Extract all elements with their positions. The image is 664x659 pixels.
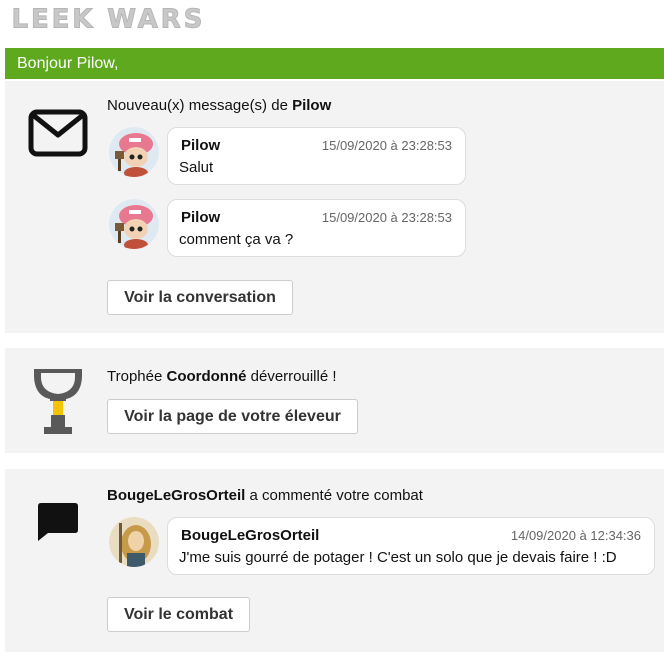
trophy-name[interactable]: Coordonné: [166, 368, 246, 385]
leek-wars-logo[interactable]: LEEK WARS: [4, 4, 230, 32]
title-suffix: a commenté votre combat: [245, 487, 423, 504]
view-conversation-button[interactable]: Voir la conversation: [107, 280, 293, 315]
chopper-avatar-icon: [109, 127, 159, 177]
title-suffix: déverrouillé !: [246, 368, 337, 385]
notification-title: Trophée Coordonné déverrouillé !: [107, 368, 337, 385]
chopper-avatar-icon: [109, 199, 159, 249]
trophy-icon: [34, 369, 82, 434]
view-fight-button[interactable]: Voir le combat: [107, 597, 250, 632]
avatar[interactable]: [109, 517, 159, 567]
notification-title: BougeLeGrosOrteil a commenté votre comba…: [107, 487, 423, 504]
sender-name[interactable]: Pilow: [292, 97, 331, 114]
comment-date: 14/09/2020 à 12:34:36: [510, 528, 641, 543]
warrior-avatar-icon: [109, 517, 159, 567]
avatar[interactable]: [109, 199, 159, 249]
message-date: 15/09/2020 à 23:28:53: [321, 138, 452, 153]
notification-comment: BougeLeGrosOrteil a commenté votre comba…: [5, 469, 664, 652]
comment-text: J'me suis gourré de potager ! C'est un s…: [179, 549, 617, 566]
notification-title: Nouveau(x) message(s) de Pilow: [107, 97, 331, 114]
notification-messages: Nouveau(x) message(s) de Pilow Pilow 15/…: [5, 81, 664, 333]
comment-icon: [38, 503, 78, 541]
message-text: comment ça va ?: [179, 231, 294, 248]
message-bubble: Pilow 15/09/2020 à 23:28:53 comment ça v…: [167, 199, 466, 257]
message-author[interactable]: Pilow: [181, 137, 220, 154]
notification-trophy: Trophée Coordonné déverrouillé ! Voir la…: [5, 348, 664, 453]
greeting-banner: Bonjour Pilow,: [5, 48, 664, 79]
title-prefix: Trophée: [107, 368, 167, 385]
greeting-text: Bonjour Pilow,: [17, 55, 119, 72]
comment-author[interactable]: BougeLeGrosOrteil: [181, 527, 319, 544]
comment-bubble: BougeLeGrosOrteil 14/09/2020 à 12:34:36 …: [167, 517, 655, 575]
message-bubble: Pilow 15/09/2020 à 23:28:53 Salut: [167, 127, 466, 185]
message-date: 15/09/2020 à 23:28:53: [321, 210, 452, 225]
svg-text:LEEK WARS: LEEK WARS: [12, 4, 206, 32]
commenter-name[interactable]: BougeLeGrosOrteil: [107, 487, 245, 504]
envelope-icon: [28, 109, 88, 157]
title-prefix: Nouveau(x) message(s) de: [107, 97, 293, 114]
message-author[interactable]: Pilow: [181, 209, 220, 226]
avatar[interactable]: [109, 127, 159, 177]
message-text: Salut: [179, 159, 214, 176]
view-breeder-page-button[interactable]: Voir la page de votre éleveur: [107, 399, 358, 434]
